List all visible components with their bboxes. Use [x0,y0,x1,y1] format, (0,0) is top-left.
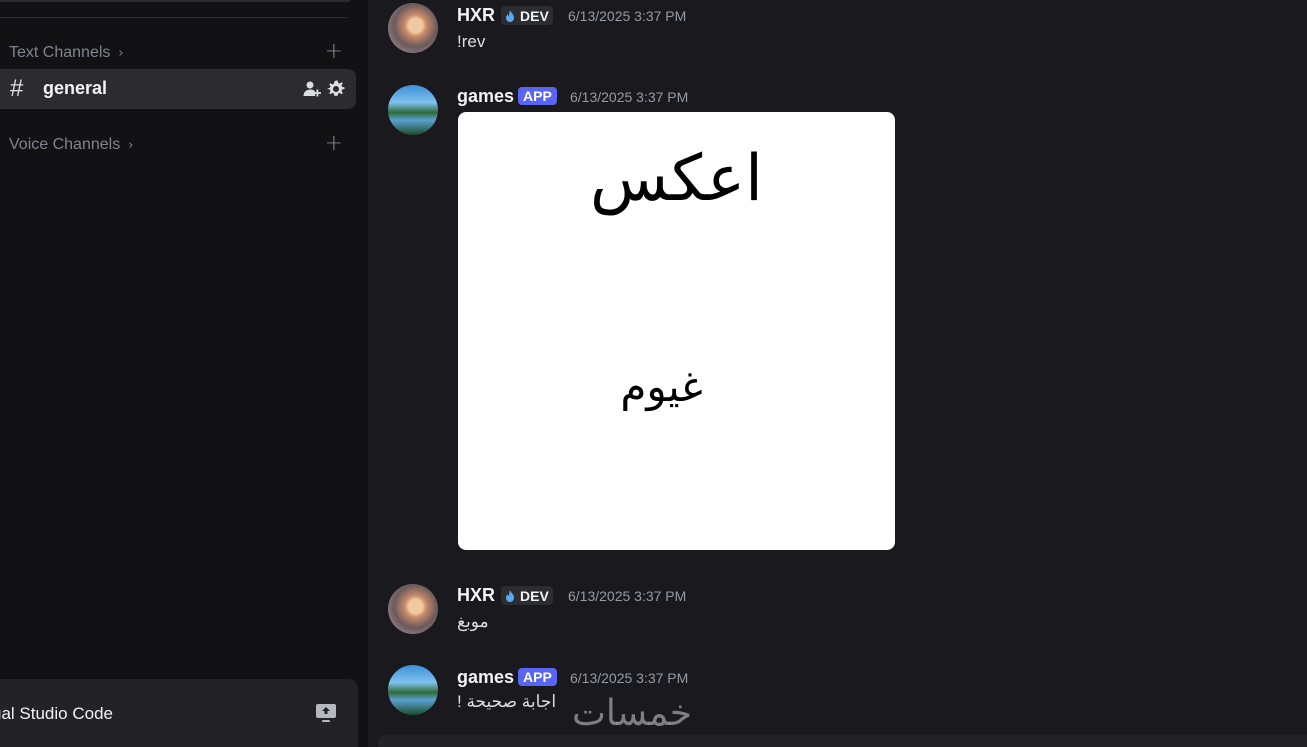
activity-label: ual Studio Code [0,704,113,723]
username[interactable]: games [457,667,514,688]
category-voice-channels[interactable]: Voice Channels › + [9,133,347,156]
channel-item-general[interactable]: # general [0,69,356,109]
chat-area: HXR DEV 6/13/2025 3:37 PM !rev games APP… [368,0,1307,747]
add-channel-icon[interactable]: + [325,41,343,63]
image-attachment[interactable]: اعكس غيوم [458,112,895,550]
sidebar-top-edge [0,0,350,2]
channel-name: general [43,78,108,98]
gear-icon[interactable] [326,79,346,99]
badge-label: DEV [520,7,549,24]
username[interactable]: HXR [457,5,495,26]
activity-panel[interactable]: ual Studio Code [0,679,358,747]
badge-label: DEV [520,587,549,604]
app-badge: APP [518,87,557,105]
message-text: اجابة صحيحة ! [457,692,557,711]
timestamp: 6/13/2025 3:37 PM [570,670,689,686]
message-input-edge[interactable] [378,735,1307,747]
divider [0,17,348,18]
dev-badge: DEV [501,586,553,605]
avatar[interactable] [388,584,438,634]
add-channel-icon[interactable]: + [325,133,343,155]
watermark: خمسات [572,693,693,734]
avatar[interactable] [388,665,438,715]
invite-member-icon[interactable] [302,79,322,99]
chevron-right-icon: › [128,137,134,153]
channel-sidebar: Text Channels › + # general Voice Channe… [0,0,368,747]
image-word-top: اعكس [590,142,763,216]
category-label: Text Channels [9,44,111,61]
flame-icon [506,9,514,22]
timestamp: 6/13/2025 3:37 PM [568,588,687,604]
image-word-bottom: غيوم [620,362,703,411]
screen-share-icon[interactable] [315,703,337,723]
dev-badge: DEV [501,6,553,25]
flame-icon [506,589,514,602]
message-text: موبغ [457,612,489,631]
message-text: !rev [457,32,486,51]
timestamp: 6/13/2025 3:37 PM [568,8,687,24]
avatar[interactable] [388,85,438,135]
category-label: Voice Channels [9,136,121,153]
username[interactable]: games [457,86,514,107]
username[interactable]: HXR [457,585,495,606]
hash-icon: # [10,75,24,102]
timestamp: 6/13/2025 3:37 PM [570,89,689,105]
app-badge: APP [518,668,557,686]
chevron-right-icon: › [118,45,124,61]
avatar[interactable] [388,3,438,53]
category-text-channels[interactable]: Text Channels › + [9,41,347,64]
